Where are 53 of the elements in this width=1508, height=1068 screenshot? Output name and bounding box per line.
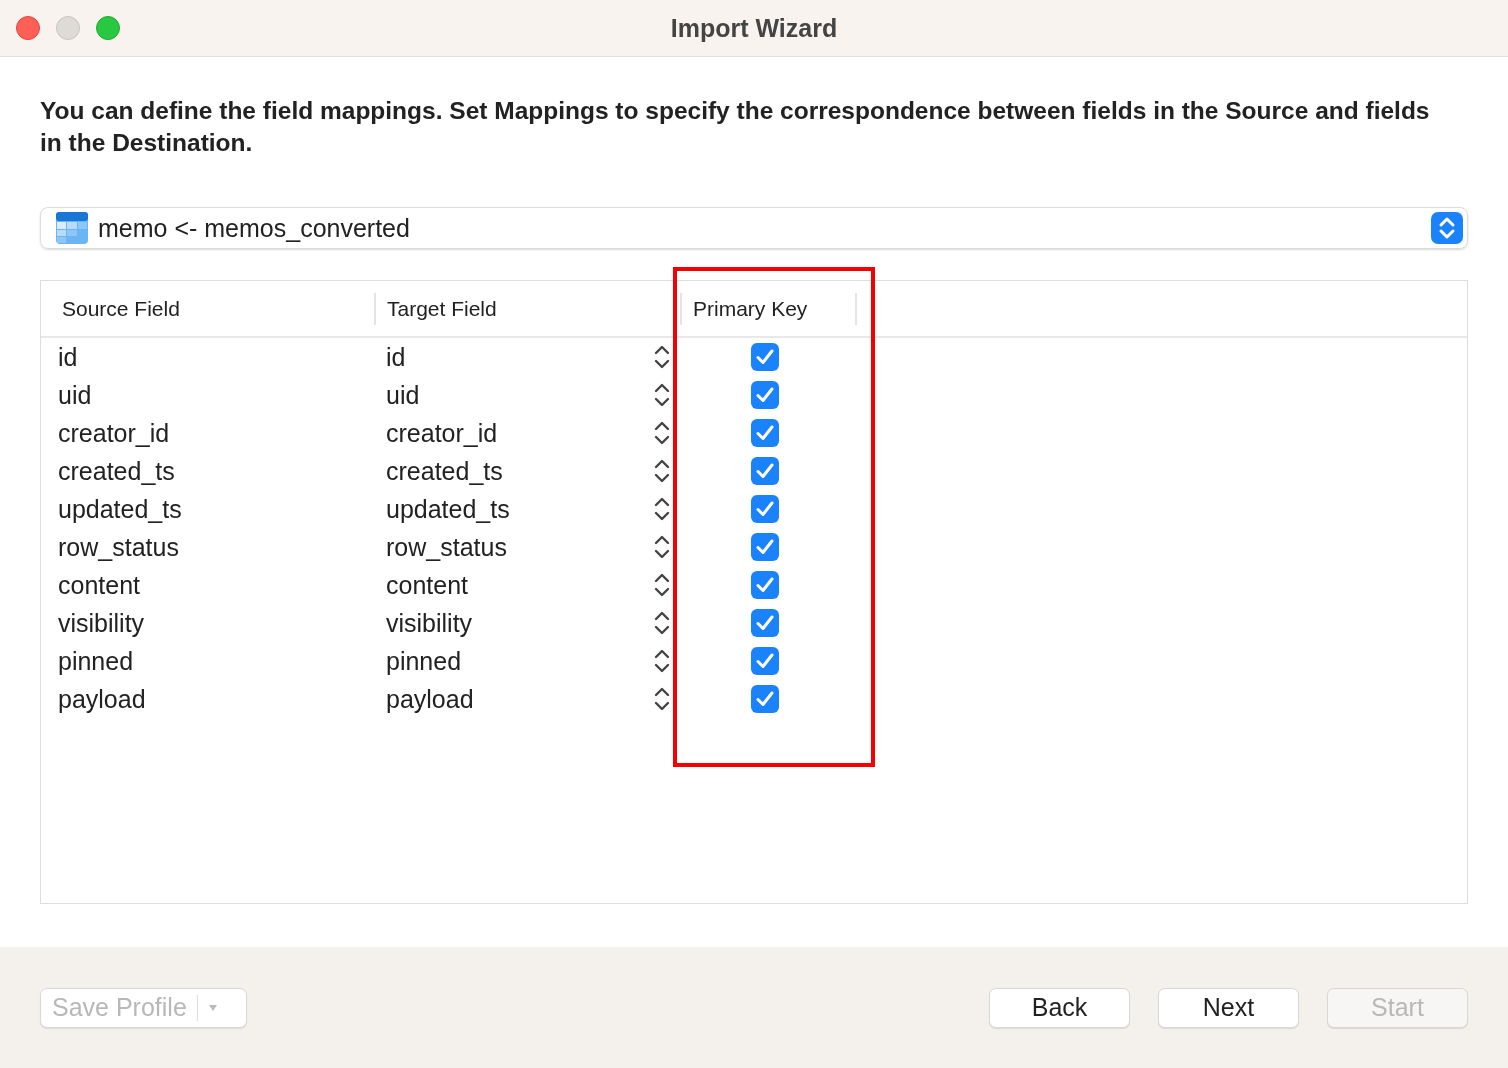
checkbox[interactable] [751,533,779,561]
zoom-button[interactable] [96,16,120,40]
stepper-icon [654,534,670,560]
checkbox[interactable] [751,343,779,371]
target-field-popup[interactable]: creator_id [386,418,498,448]
table-icon [56,212,88,244]
caret-icon [207,1003,218,1012]
column-header: Target Field [376,292,682,325]
table-cell: payload [58,684,146,713]
table-cell: id [58,342,78,371]
target-field-popup[interactable]: payload [386,684,474,714]
checkbox[interactable] [751,495,779,523]
stepper-icon [654,420,670,446]
target-field-popup[interactable]: row_status [386,532,507,562]
target-field-popup[interactable]: uid [386,380,420,410]
target-field-popup[interactable]: pinned [386,646,462,676]
stepper-icon [654,344,670,370]
checkbox[interactable] [751,685,779,713]
column-header: Primary Key [682,292,857,325]
wizard-button[interactable]: Back [989,987,1130,1028]
table-selector[interactable]: memo <- memos_converted [40,207,1468,249]
checkbox[interactable] [751,419,779,447]
target-field-popup[interactable]: content [386,570,468,600]
target-field-popup[interactable]: id [386,342,406,372]
table-cell: created_ts [58,456,175,485]
checkbox[interactable] [751,571,779,599]
stepper-icon [1431,212,1463,244]
stepper-icon [654,382,670,408]
column-header: Source Field [41,292,376,325]
close-button[interactable] [16,16,40,40]
stepper-icon [654,496,670,522]
target-field-popup[interactable]: created_ts [386,456,503,486]
table-cell: uid [58,380,92,409]
wizard-button[interactable]: Next [1158,987,1299,1028]
table-cell: visibility [58,608,145,637]
checkbox[interactable] [751,609,779,637]
stepper-icon [654,648,670,674]
instruction-text: You can define the field mappings. Set Mappings to specify the correspondence between fields in the Source and fields in the Destination. [40,96,1431,158]
stepper-icon [654,686,670,712]
table-cell: pinned [58,646,134,675]
checkbox[interactable] [751,381,779,409]
table-cell: row_status [58,532,179,561]
table-cell: creator_id [58,418,170,447]
checkbox[interactable] [751,457,779,485]
stepper-icon [654,572,670,598]
checkbox[interactable] [751,647,779,675]
stepper-icon [654,458,670,484]
target-field-popup[interactable]: visibility [386,608,473,638]
target-field-popup[interactable]: updated_ts [386,494,510,524]
table-cell: content [58,570,140,599]
table-cell: updated_ts [58,494,182,523]
stepper-icon [654,610,670,636]
window-title: Import Wizard [670,13,838,43]
